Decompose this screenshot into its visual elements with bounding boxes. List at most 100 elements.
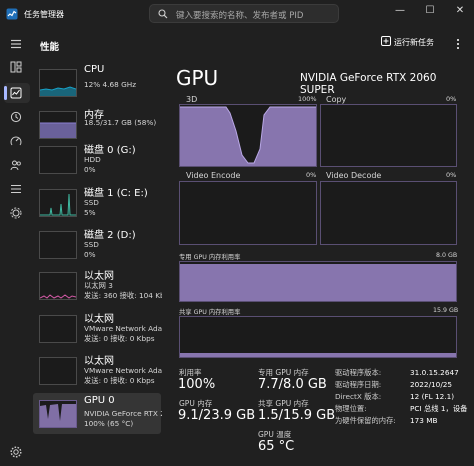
users-icon[interactable] [10,159,22,171]
graph-3d [179,104,317,167]
gpu0-usage: 100% (65 °C) [84,419,134,428]
gpu-title: GPU [176,66,219,90]
task-manager-icon [6,8,18,20]
cpu-usage: 12% 4.68 GHz [84,80,137,89]
search-placeholder: 键入要搜索的名称、发布者或 PID [176,11,304,21]
settings-gear-icon[interactable] [10,446,22,458]
ethernet3-thumbnail [39,272,77,300]
hamburger-menu-icon[interactable] [10,38,22,50]
gpu-mem-value: 9.1/23.9 GB [178,408,256,423]
startup-apps-icon[interactable] [10,135,22,147]
graph-shared-mem-label: 共享 GPU 内存利用率 [179,309,241,316]
graph-copy-max: 0% [446,95,457,103]
graph-copy-label: Copy [326,95,347,104]
title-bar: 任务管理器 键入要搜索的名称、发布者或 PID — ☐ ✕ [0,0,474,30]
driver-date-label: 驱动程序日期: [335,380,382,389]
disk0-name: 磁盘 0 (G:) [84,145,136,156]
memory-usage: 18.5/31.7 GB (58%) [84,118,157,127]
processes-icon[interactable] [10,61,22,73]
reserved-memory-label: 为硬件保留的内存: [335,416,396,425]
app-title: 任务管理器 [24,10,64,19]
graph-dedicated-mem-label: 专用 GPU 内存利用率 [179,254,241,261]
disk0-thumbnail [39,146,77,174]
directx-version-value: 12 (FL 12.1) [410,392,455,401]
graph-3d-max: 100% [298,95,317,103]
disk2-name: 磁盘 2 (D:) [84,230,136,241]
vmnet1-name: 以太网 [84,314,114,325]
gpu-model-name: NVIDIA GeForce RTX 2060 SUPER [300,72,437,96]
disk0-type: HDD [84,155,101,164]
details-icon[interactable] [10,183,22,195]
shared-mem-value: 1.5/15.9 GB [258,408,336,423]
cpu-thumbnail [39,69,77,97]
perf-item-disk1[interactable]: 磁盘 1 (C: E:) SSD 5% [33,182,161,223]
graph-shared-mem-max: 15.9 GB [433,307,459,314]
vmnet1-thumbnail [39,315,77,343]
graph-video-encode-max: 0% [306,171,317,179]
perf-item-ethernet3[interactable]: 以太网 以太网 3 发送: 360 接收: 104 Kbps [33,265,162,306]
vmnet8-thumbnail [39,357,77,385]
disk0-usage: 0% [84,165,96,174]
vmnet1-adapter: VMware Network Adapter VMnet1 [84,324,162,333]
perf-item-vmnet1[interactable]: 以太网 VMware Network Adapter VMnet1 发送: 0 … [33,308,162,349]
more-options-icon[interactable] [453,38,463,50]
vmnet8-adapter: VMware Network Adapter VMnet8 [84,366,162,375]
run-task-icon [381,36,391,46]
gpu0-model: NVIDIA GeForce RTX 2060 SUPER [84,409,162,418]
graph-3d-label: 3D [186,95,198,104]
ethernet3-throughput: 发送: 360 接收: 104 Kbps [84,291,162,300]
disk1-thumbnail [39,189,77,217]
graph-video-encode-label: Video Encode [186,171,241,180]
vmnet8-throughput: 发送: 0 接收: 0 Kbps [84,376,155,385]
gpu-temp-value: 65 °C [258,439,295,454]
graph-dedicated-mem [179,261,457,302]
perf-item-vmnet8[interactable]: 以太网 VMware Network Adapter VMnet8 发送: 0 … [33,350,162,391]
graph-dedicated-mem-max: 8.0 GB [436,252,458,259]
minimize-button[interactable]: — [386,2,414,22]
dedicated-mem-value: 7.7/8.0 GB [258,377,327,392]
ethernet3-name: 以太网 [84,271,114,282]
app-history-icon[interactable] [10,111,22,123]
graph-video-decode-label: Video Decode [326,171,382,180]
driver-version-value: 31.0.15.2647 [410,368,459,377]
disk2-usage: 0% [84,250,96,259]
maximize-button[interactable]: ☐ [416,2,444,22]
search-icon [158,9,168,19]
perf-item-disk2[interactable]: 磁盘 2 (D:) SSD 0% [33,224,161,265]
disk1-type: SSD [84,198,99,207]
cpu-name: CPU [84,64,105,75]
ethernet3-adapter: 以太网 3 [84,281,113,290]
driver-date-value: 2022/10/25 [410,380,453,389]
gpu0-thumbnail [39,400,77,428]
nav-selected-indicator [4,86,7,100]
disk1-usage: 5% [84,208,96,217]
disk2-thumbnail [39,231,77,259]
services-icon[interactable] [10,207,22,219]
memory-thumbnail [39,111,77,139]
utilization-value: 100% [178,377,216,392]
search-input[interactable]: 键入要搜索的名称、发布者或 PID [149,4,339,23]
page-title: 性能 [40,42,60,53]
disk1-name: 磁盘 1 (C: E:) [84,188,148,199]
vmnet8-name: 以太网 [84,356,114,367]
graph-shared-mem [179,316,457,358]
gpu0-name: GPU 0 [84,395,115,406]
perf-item-gpu0[interactable]: GPU 0 NVIDIA GeForce RTX 2060 SUPER 100%… [33,393,162,434]
physical-location-value: PCI 总线 1，设备 0 [410,404,470,413]
vmnet1-throughput: 发送: 0 接收: 0 Kbps [84,334,155,343]
run-new-task-button[interactable]: 运行新任务 [381,36,434,48]
close-button[interactable]: ✕ [446,2,474,22]
run-new-task-label: 运行新任务 [394,38,434,47]
directx-version-label: DirectX 版本: [335,392,382,401]
graph-video-encode [179,181,317,245]
physical-location-label: 物理位置: [335,404,367,413]
graph-video-decode-max: 0% [446,171,457,179]
performance-icon[interactable] [10,87,22,99]
perf-item-cpu[interactable]: CPU 12% 4.68 GHz [33,62,161,103]
reserved-memory-value: 173 MB [410,416,438,425]
graph-video-decode [320,181,457,245]
perf-item-disk0[interactable]: 磁盘 0 (G:) HDD 0% [33,139,161,180]
disk2-type: SSD [84,240,99,249]
driver-version-label: 驱动程序版本: [335,368,382,377]
graph-copy [320,104,457,167]
